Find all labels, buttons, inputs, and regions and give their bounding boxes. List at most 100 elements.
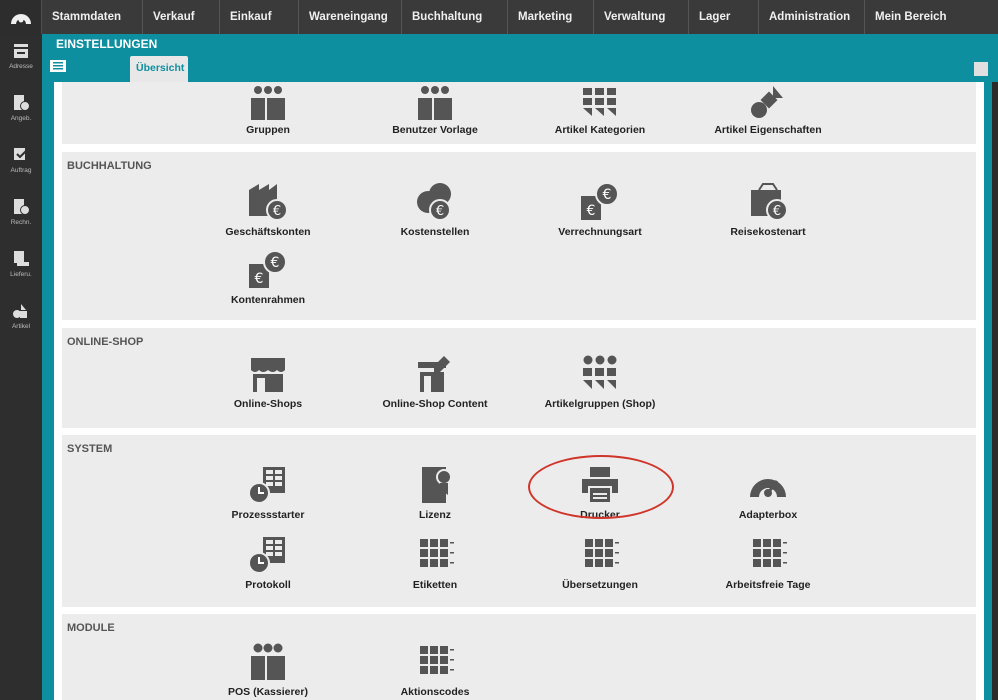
section-top: Gruppen Benutzer Vorlage Artikel Kategor… [62, 82, 976, 144]
section-module: MODULE POS (Kassierer) Aktionscodes [62, 614, 976, 700]
tile-artikel-kategorien[interactable]: Artikel Kategorien [520, 86, 680, 136]
sidebar-item-rechnung[interactable]: Rechn. [0, 190, 42, 242]
top-navigation: Stammdaten Verkauf Einkauf Wareneingang … [0, 0, 998, 34]
svg-text:€: € [603, 187, 612, 203]
sidebar-item-label: Lieferu. [10, 271, 32, 278]
tile-label: Kontenrahmen [230, 294, 306, 306]
sidebar-item-angebot[interactable]: Angeb. [0, 86, 42, 138]
tile-label: Geschäftskonten [225, 226, 311, 238]
tile-label: Online-Shop Content [382, 398, 488, 410]
tile-kontenrahmen[interactable]: € € Kontenrahmen [188, 250, 348, 306]
app-logo[interactable] [0, 0, 42, 34]
nav-buchhaltung[interactable]: Buchhaltung [402, 0, 508, 34]
section-title: MODULE [67, 622, 115, 634]
tile-kostenstellen[interactable]: € Kostenstellen [355, 182, 515, 238]
tile-aktionscodes[interactable]: Aktionscodes [355, 642, 515, 698]
logo-icon [10, 14, 31, 24]
tile-label: Artikel Eigenschaften [714, 124, 822, 136]
delivery-icon [14, 251, 29, 266]
sidebar-item-label: Angeb. [10, 115, 32, 122]
tile-label: Protokoll [245, 579, 291, 591]
tile-label: Verrechnungsart [558, 226, 642, 238]
tile-label: Online-Shops [233, 398, 303, 410]
exchange-euro-icon: €€ [581, 182, 619, 220]
section-title: BUCHHALTUNG [67, 160, 152, 172]
menu-toggle-icon[interactable] [50, 60, 66, 72]
sidebar-item-adresse[interactable]: Adresse [0, 34, 42, 86]
nav-wareneingang[interactable]: Wareneingang [299, 0, 402, 34]
settings-overview: Gruppen Benutzer Vorlage Artikel Kategor… [54, 82, 984, 700]
nav-verwaltung[interactable]: Verwaltung [594, 0, 689, 34]
tile-verrechnungsart[interactable]: € € Verrechnungsart [520, 182, 680, 238]
nav-verkauf[interactable]: Verkauf [143, 0, 220, 34]
sidebar-item-artikel[interactable]: Artikel [0, 294, 42, 346]
nav-stammdaten[interactable]: Stammdaten [42, 0, 143, 34]
sidebar-item-auftrag[interactable]: Auftrag [0, 138, 42, 190]
section-system: SYSTEM Prozessstarter Lizenz Drucker Ada… [62, 435, 976, 607]
tile-lizenz[interactable]: Lizenz [355, 465, 515, 521]
tile-gruppen[interactable]: Gruppen [188, 86, 348, 136]
tile-adapterbox[interactable]: Adapterbox [688, 465, 848, 521]
coins-euro-icon: € [417, 183, 451, 221]
tile-label: Etiketten [412, 579, 458, 591]
nav-marketing[interactable]: Marketing [508, 0, 594, 34]
tile-artikelgruppen-shop[interactable]: Artikelgruppen (Shop) [520, 354, 680, 410]
shapes-properties-icon [751, 86, 783, 118]
svg-text:€: € [587, 203, 596, 219]
users-template-icon [418, 86, 452, 120]
nav-mein-bereich[interactable]: Mein Bereich [865, 0, 998, 34]
log-clock-icon [248, 537, 285, 574]
tile-label: Lizenz [418, 509, 452, 521]
translation-grid-icon [585, 539, 619, 567]
users-group-icon [251, 643, 285, 680]
tile-arbeitsfreie-tage[interactable]: Arbeitsfreie Tage [688, 535, 848, 591]
process-clock-icon [248, 467, 285, 504]
category-grid-icon [583, 355, 617, 389]
users-group-icon [251, 86, 285, 120]
page-title: EINSTELLUNGEN [56, 37, 158, 51]
travel-bag-euro-icon: € [751, 183, 788, 221]
order-icon [14, 148, 29, 160]
tile-label: Benutzer Vorlage [392, 124, 478, 136]
article-icon [13, 304, 27, 318]
tile-artikel-eigenschaften[interactable]: Artikel Eigenschaften [688, 86, 848, 136]
nav-administration[interactable]: Administration [759, 0, 865, 34]
svg-text:€: € [255, 271, 264, 287]
sidebar-item-lieferung[interactable]: Lieferu. [0, 242, 42, 294]
print-page-icon[interactable] [974, 62, 988, 76]
tile-prozessstarter[interactable]: Prozessstarter [188, 465, 348, 521]
nav-lager[interactable]: Lager [689, 0, 759, 34]
section-buchhaltung: BUCHHALTUNG € Geschäftskonten € Kostenst… [62, 152, 976, 320]
tile-label: Adapterbox [738, 509, 798, 521]
tile-drucker[interactable]: Drucker [520, 465, 680, 521]
page-header: EINSTELLUNGEN Übersicht [42, 34, 998, 82]
tile-online-shops[interactable]: Online-Shops [188, 354, 348, 410]
tile-label: Prozessstarter [231, 509, 305, 521]
tab-uebersicht[interactable]: Übersicht [130, 56, 188, 82]
tile-reisekostenart[interactable]: € Reisekostenart [688, 182, 848, 238]
svg-text:€: € [436, 204, 444, 219]
category-grid-icon [583, 88, 616, 116]
tile-label: Aktionscodes [400, 686, 470, 698]
tile-label: Übersetzungen [562, 579, 638, 591]
tile-geschaeftskonten[interactable]: € Geschäftskonten [188, 182, 348, 238]
svg-text:€: € [773, 204, 781, 219]
codes-grid-icon [420, 646, 454, 674]
tile-uebersetzungen[interactable]: Übersetzungen [520, 535, 680, 591]
tile-pos-kassierer[interactable]: POS (Kassierer) [188, 642, 348, 698]
tile-benutzer-vorlage[interactable]: Benutzer Vorlage [355, 86, 515, 136]
gauge-icon [750, 479, 786, 497]
license-certificate-icon [422, 467, 452, 503]
shop-icon [251, 358, 285, 392]
tile-online-shop-content[interactable]: Online-Shop Content [355, 354, 515, 410]
tile-label: Reisekostenart [730, 226, 806, 238]
tile-protokoll[interactable]: Protokoll [188, 535, 348, 591]
label-grid-icon [420, 539, 454, 567]
nav-einkauf[interactable]: Einkauf [220, 0, 299, 34]
section-online-shop: ONLINE-SHOP Online-Shops Online-Shop Con… [62, 328, 976, 428]
tile-etiketten[interactable]: Etiketten [355, 535, 515, 591]
shop-edit-icon [418, 356, 450, 392]
calendar-grid-icon [753, 539, 787, 567]
svg-text:€: € [271, 255, 280, 271]
sidebar-item-label: Artikel [11, 323, 31, 330]
